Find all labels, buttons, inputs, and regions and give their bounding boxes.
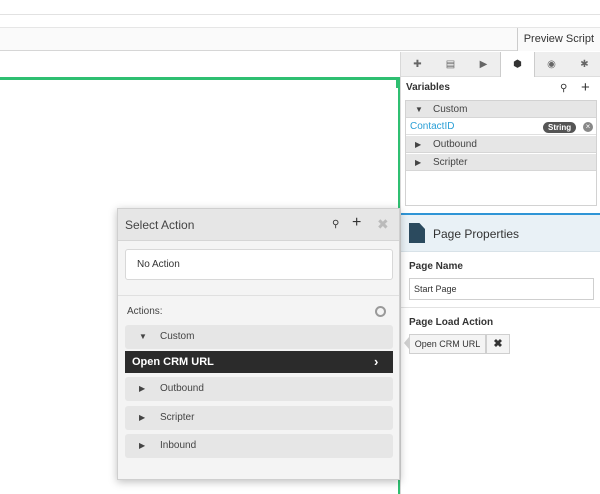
tab-play[interactable]: ▶ [467,52,500,76]
variable-type-badge: String [543,122,577,133]
cube-icon: ⬢ [513,59,522,70]
select-action-dialog: Select Action ⚲ + ✖ No Action Actions: ▼… [117,208,400,480]
close-icon[interactable]: ✖ [377,216,389,233]
preview-script-button[interactable]: Preview Script [516,28,600,51]
tab-document[interactable]: ▤ [434,52,467,76]
action-group-custom[interactable]: ▼ Custom [125,325,393,349]
top-bar [0,0,600,15]
caret-down-icon: ▼ [139,332,147,341]
caret-right-icon: ▶ [139,384,146,393]
variables-title: Variables [406,82,450,93]
caret-right-icon: ▶ [139,413,146,422]
tab-variables[interactable]: ⬢ [500,52,535,77]
caret-right-icon: ▶ [139,441,146,450]
tab-preview[interactable]: ◉ [535,52,568,76]
page-load-action-label: Page Load Action [409,317,494,328]
page-name-input[interactable]: Start Page [409,278,594,300]
chevron-right-icon: › [374,354,379,369]
page-properties-header: Page Properties [401,213,600,252]
remove-variable-icon[interactable]: × [583,122,593,132]
action-group-scripter[interactable]: ▶ Scripter [125,406,393,430]
dialog-title: Select Action [125,218,195,232]
search-icon[interactable]: ⚲ [332,219,339,230]
variables-group-outbound[interactable]: ▶ Outbound [406,136,596,153]
tab-puzzle[interactable]: ✚ [401,52,434,76]
tab-debug[interactable]: ✱ [568,52,600,76]
variables-group-label: Outbound [433,139,477,150]
document-icon: ▤ [445,58,456,70]
caret-right-icon: ▶ [415,158,422,167]
clear-page-load-action-button[interactable]: ✖ [486,334,510,354]
bug-icon: ✱ [580,58,589,70]
action-group-label: Outbound [160,383,204,394]
action-group-label: Scripter [160,412,195,423]
action-group-inbound[interactable]: ▶ Inbound [125,434,393,458]
variable-name: ContactID [410,121,455,132]
variables-group-label: Scripter [433,157,468,168]
page-load-action-button[interactable]: Open CRM URL [409,334,486,354]
page-name-label: Page Name [409,261,463,272]
action-group-label: Custom [160,331,195,342]
variables-tree: ▼ Custom ContactID String × ▶ Outbound ▶… [405,100,597,206]
play-icon: ▶ [479,58,488,70]
page-properties-title: Page Properties [433,227,520,241]
no-action-option[interactable]: No Action [125,249,393,280]
variables-group-label: Custom [433,104,468,115]
variables-group-scripter[interactable]: ▶ Scripter [406,154,596,171]
eye-icon: ◉ [547,58,556,70]
dialog-header: Select Action ⚲ + ✖ [118,209,399,241]
page-canvas-border-top [0,77,398,80]
action-item-label: Open CRM URL [132,356,214,368]
caret-down-icon: ▼ [415,105,423,114]
action-group-outbound[interactable]: ▶ Outbound [125,377,393,401]
actions-label: Actions: [127,306,163,317]
caret-right-icon: ▶ [415,140,422,149]
variables-search-icon[interactable]: ⚲ [560,83,567,94]
page-document-icon [409,223,425,243]
refresh-icon[interactable] [375,306,386,317]
page-canvas-resize-corner[interactable] [390,80,398,88]
variable-item-contactid[interactable]: ContactID String × [406,119,596,135]
puzzle-icon: ✚ [413,58,422,70]
action-group-label: Inbound [160,440,197,451]
variables-add-icon[interactable]: + [581,79,590,96]
add-action-icon[interactable]: + [352,214,361,232]
panel-tabs: ✚ ▤ ▶ ⬢ ◉ ✱ [401,52,600,77]
toolbar: Preview Script [0,27,600,51]
dialog-divider [118,295,399,296]
section-divider [401,307,600,308]
action-item-open-crm-url[interactable]: Open CRM URL › [125,351,393,373]
right-panel: ✚ ▤ ▶ ⬢ ◉ ✱ Variables ⚲ + ▼ Custom Conta… [400,52,600,494]
variables-group-custom[interactable]: ▼ Custom [406,101,596,118]
